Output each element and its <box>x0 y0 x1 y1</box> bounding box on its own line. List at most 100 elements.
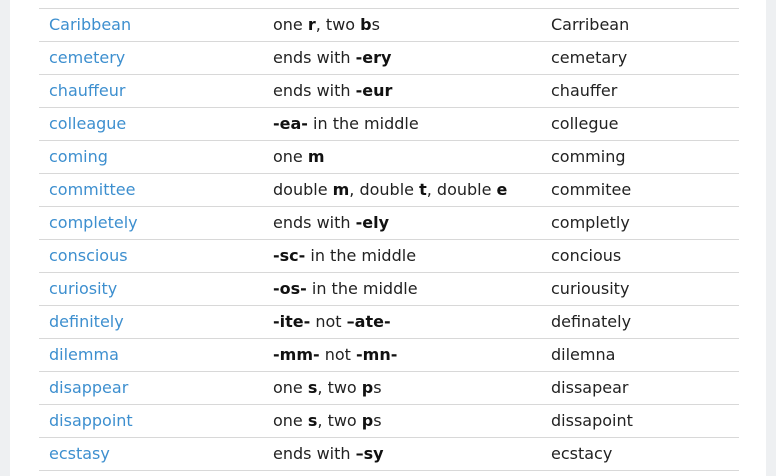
misspelling-cell: curiousity <box>551 279 630 298</box>
misspelling-cell: dissapoint <box>551 411 633 430</box>
spelling-table: Caribbean one r, two bs Carribean cemetery e… <box>39 8 739 471</box>
spelling-rule-cell: one s, two ps <box>273 405 382 437</box>
table-row: definitely -ite- not –ate-definately <box>39 306 739 339</box>
table-row: committee double m, double t, double e com… <box>39 174 739 207</box>
rule-text: s <box>371 15 380 34</box>
word-cell: cemetery <box>49 42 125 74</box>
table-row: Caribbean one r, two bs Carribean <box>39 9 739 42</box>
word-cell: chauffeur <box>49 75 125 107</box>
misspelling-cell: collegue <box>551 114 619 133</box>
word-cell: curiosity <box>49 273 117 305</box>
rule-text: , two <box>317 378 362 397</box>
rule-text: not <box>310 312 347 331</box>
rule-text: ends with <box>273 213 356 232</box>
table-row: completely ends with -ely completly <box>39 207 739 240</box>
word-link[interactable]: disappoint <box>49 411 133 430</box>
spelling-rule-cell: -ite- not –ate- <box>273 306 391 338</box>
spelling-rule-cell: one m <box>273 141 325 173</box>
misspelling-cell: ecstacy <box>551 444 613 463</box>
word-link[interactable]: colleague <box>49 114 126 133</box>
rule-emphasis: s <box>307 411 318 430</box>
spelling-rule-cell: one s, two ps <box>273 372 382 404</box>
rule-text: in the middle <box>306 279 418 298</box>
rule-emphasis: –sy <box>355 444 384 463</box>
rule-text: s <box>373 411 382 430</box>
word-link[interactable]: conscious <box>49 246 128 265</box>
rule-emphasis: m <box>307 147 325 166</box>
rule-emphasis: -ite- <box>273 312 311 331</box>
misspelling-cell: comming <box>551 147 626 166</box>
spelling-rule-cell: one r, two bs <box>273 9 380 41</box>
word-cell: committee <box>49 174 135 206</box>
table-row: chauffeur ends with -eur chauffer <box>39 75 739 108</box>
rule-text: , double <box>426 180 497 199</box>
rule-text: double <box>273 180 333 199</box>
rule-emphasis: –ate- <box>346 312 391 331</box>
table-row: cemetery ends with -ery cemetary <box>39 42 739 75</box>
spelling-rule-cell: -mm- not -mn- <box>273 339 397 371</box>
word-link[interactable]: dilemma <box>49 345 119 364</box>
spelling-rule-cell: ends with –sy <box>273 438 384 470</box>
spelling-rule-cell: -sc- in the middle <box>273 240 416 272</box>
word-cell: conscious <box>49 240 128 272</box>
rule-text: one <box>273 378 308 397</box>
spelling-rule-cell: ends with -eur <box>273 75 392 107</box>
word-cell: completely <box>49 207 138 239</box>
word-link[interactable]: definitely <box>49 312 124 331</box>
misspelling-cell: dilemna <box>551 345 616 364</box>
word-cell: Caribbean <box>49 9 131 41</box>
table-row: conscious -sc- in the middle concious <box>39 240 739 273</box>
misspelling-cell: concious <box>551 246 622 265</box>
rule-text: one <box>273 15 308 34</box>
word-link[interactable]: curiosity <box>49 279 117 298</box>
rule-text: in the middle <box>305 246 417 265</box>
rule-text: ends with <box>273 81 356 100</box>
word-cell: ecstasy <box>49 438 110 470</box>
rule-text: one <box>273 147 308 166</box>
spelling-rule-cell: -os- in the middle <box>273 273 418 305</box>
rule-emphasis: -eur <box>355 81 393 100</box>
table-row: disappear one s, two ps dissapear <box>39 372 739 405</box>
table-row: ecstasy ends with –sy ecstacy <box>39 438 739 471</box>
rule-emphasis: t <box>419 180 427 199</box>
rule-text: not <box>319 345 356 364</box>
rule-text: , two <box>317 411 362 430</box>
rule-text: one <box>273 411 308 430</box>
word-cell: disappoint <box>49 405 133 437</box>
table-row: disappoint one s, two ps dissapoint <box>39 405 739 438</box>
misspelling-cell: commitee <box>551 180 632 199</box>
rule-emphasis: -ea- <box>273 114 308 133</box>
rule-emphasis: -os- <box>273 279 307 298</box>
word-link[interactable]: ecstasy <box>49 444 110 463</box>
word-link[interactable]: cemetery <box>49 48 125 67</box>
rule-text: , two <box>315 15 361 34</box>
word-cell: colleague <box>49 108 126 140</box>
word-link[interactable]: chauffeur <box>49 81 125 100</box>
table-row: colleague -ea- in the middle collegue <box>39 108 739 141</box>
content-panel: Caribbean one r, two bs Carribean cemetery e… <box>10 0 766 476</box>
rule-emphasis: -ery <box>355 48 392 67</box>
spelling-rule-cell: ends with -ely <box>273 207 389 239</box>
table-row: coming one m comming <box>39 141 739 174</box>
misspelling-cell: chauffer <box>551 81 618 100</box>
spelling-rule-cell: double m, double t, double e <box>273 174 507 206</box>
rule-text: ends with <box>273 444 356 463</box>
rule-text: , double <box>349 180 420 199</box>
rule-emphasis: b <box>360 15 372 34</box>
rule-text: ends with <box>273 48 356 67</box>
rule-emphasis: -mm- <box>273 345 320 364</box>
word-link[interactable]: completely <box>49 213 138 232</box>
word-link[interactable]: committee <box>49 180 135 199</box>
word-cell: dilemma <box>49 339 119 371</box>
misspelling-cell: dissapear <box>551 378 629 397</box>
word-cell: definitely <box>49 306 124 338</box>
rule-emphasis: e <box>496 180 508 199</box>
word-link[interactable]: disappear <box>49 378 128 397</box>
misspelling-cell: Carribean <box>551 15 630 34</box>
rule-text: s <box>373 378 382 397</box>
table-row: curiosity -os- in the middle curiousity <box>39 273 739 306</box>
word-link[interactable]: Caribbean <box>49 15 131 34</box>
rule-emphasis: p <box>361 378 374 397</box>
word-cell: coming <box>49 141 108 173</box>
word-link[interactable]: coming <box>49 147 108 166</box>
